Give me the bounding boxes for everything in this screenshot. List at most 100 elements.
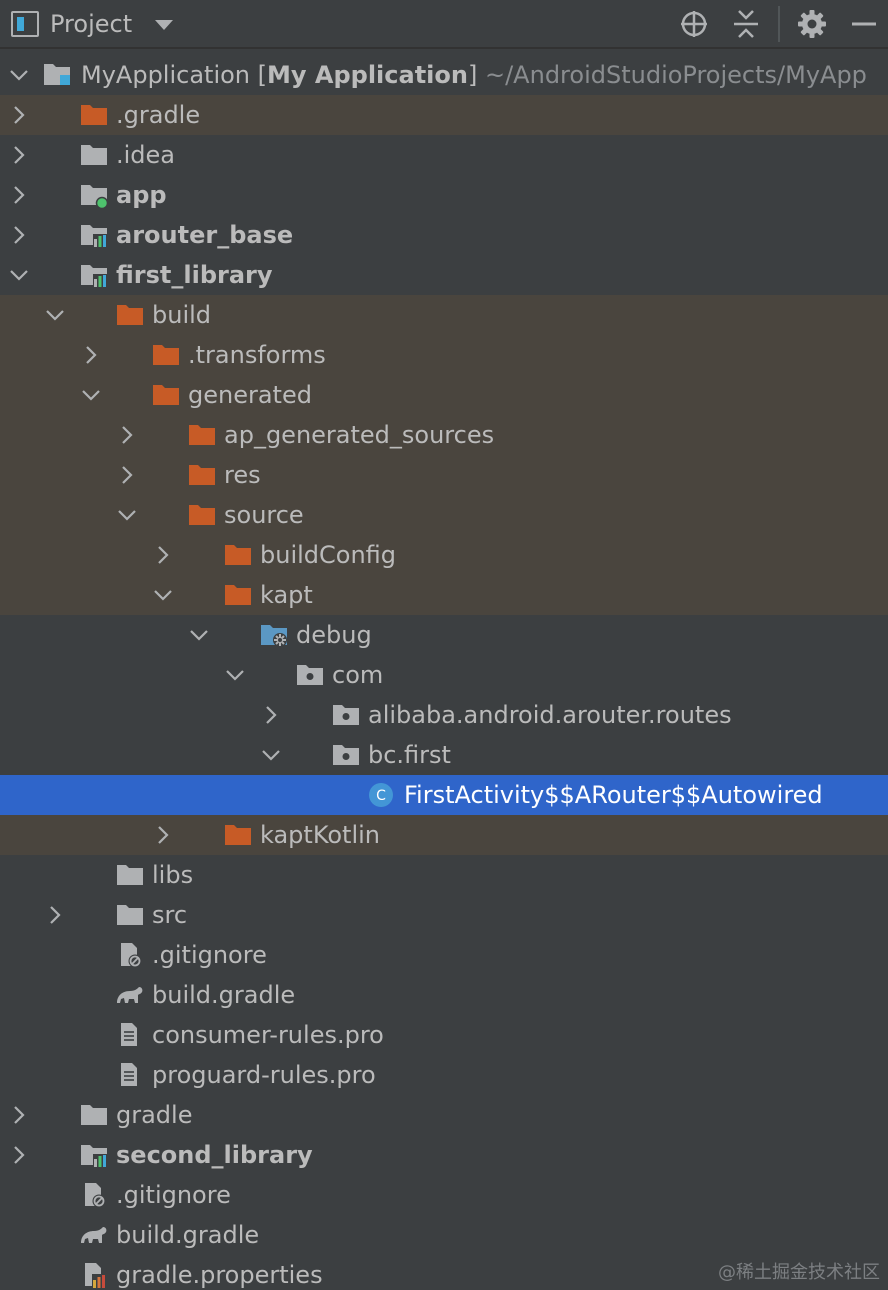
locate-icon[interactable] <box>678 8 710 40</box>
library-module-icon <box>79 221 109 249</box>
tree-row-root[interactable]: MyApplication [My Application] ~/Android… <box>0 55 888 95</box>
view-selector-title[interactable]: Project <box>50 8 132 40</box>
chevron-down-icon[interactable] <box>7 63 31 87</box>
tree-label: second_library <box>116 1141 313 1169</box>
tree-row-bc-first[interactable]: bc.first <box>0 735 888 775</box>
chevron-right-icon[interactable] <box>115 423 139 447</box>
tree-row-libs[interactable]: libs <box>0 855 888 895</box>
folder-excluded-icon <box>115 301 145 329</box>
class-icon: C <box>367 781 397 809</box>
tree-row-alibaba-android-arouter-routes[interactable]: alibaba.android.arouter.routes <box>0 695 888 735</box>
tree-label: gradle.properties <box>116 1261 323 1289</box>
tree-row-idea[interactable]: .idea <box>0 135 888 175</box>
chevron-down-icon[interactable] <box>79 383 103 407</box>
folder-excluded-icon <box>223 541 253 569</box>
chevron-down-icon[interactable] <box>187 623 211 647</box>
tree-row-build[interactable]: build <box>0 295 888 335</box>
chevron-right-icon[interactable] <box>7 1103 31 1127</box>
tree-row-buildconfig[interactable]: buildConfig <box>0 535 888 575</box>
tree-row-app[interactable]: app <box>0 175 888 215</box>
tree-label: .gitignore <box>116 1181 231 1209</box>
tree-row-com[interactable]: com <box>0 655 888 695</box>
collapse-all-icon[interactable] <box>730 8 762 40</box>
library-module-icon <box>79 1141 109 1169</box>
tree-row-build-gradle[interactable]: build.gradle <box>0 1215 888 1255</box>
tree-label: debug <box>296 621 372 649</box>
tree-label: build.gradle <box>152 981 296 1009</box>
tree-row-ap-generated-sources[interactable]: ap_generated_sources <box>0 415 888 455</box>
tree-row-proguard-rules-pro[interactable]: proguard-rules.pro <box>0 1055 888 1095</box>
svg-text:C: C <box>376 788 386 804</box>
chevron-down-icon[interactable] <box>259 743 283 767</box>
tree-label: FirstActivity$$ARouter$$Autowired <box>404 781 823 809</box>
tree-row-generated[interactable]: generated <box>0 375 888 415</box>
ignored-file-icon <box>115 941 145 969</box>
tree-row-arouter-base[interactable]: arouter_base <box>0 215 888 255</box>
chevron-down-icon[interactable] <box>151 583 175 607</box>
tree-label: alibaba.android.arouter.routes <box>368 701 732 729</box>
tree-row-debug[interactable]: debug <box>0 615 888 655</box>
gradle-icon <box>115 981 145 1009</box>
chevron-right-icon[interactable] <box>7 103 31 127</box>
chevron-down-icon[interactable] <box>155 20 173 30</box>
folder-excluded-icon <box>223 821 253 849</box>
chevron-down-icon[interactable] <box>223 663 247 687</box>
root-path: ~/AndroidStudioProjects/MyApp <box>477 61 867 89</box>
tree-label: src <box>152 901 188 929</box>
tree-row-transforms[interactable]: .transforms <box>0 335 888 375</box>
package-icon <box>295 661 325 689</box>
folder-excluded-icon <box>223 581 253 609</box>
chevron-right-icon[interactable] <box>7 183 31 207</box>
minimize-icon[interactable] <box>848 8 880 40</box>
tree-label: ap_generated_sources <box>224 421 495 449</box>
chevron-right-icon[interactable] <box>151 823 175 847</box>
tree-row-kaptkotlin[interactable]: kaptKotlin <box>0 815 888 855</box>
tree-row-source[interactable]: source <box>0 495 888 535</box>
tree-row-firstactivity-arouter-autowired[interactable]: C FirstActivity$$ARouter$$Autowired <box>0 775 888 815</box>
chevron-down-icon[interactable] <box>115 503 139 527</box>
tree-row-gitignore[interactable]: .gitignore <box>0 1175 888 1215</box>
gear-icon[interactable] <box>796 8 828 40</box>
tree-label: kapt <box>260 581 313 609</box>
chevron-down-icon[interactable] <box>43 303 67 327</box>
tree-label: libs <box>152 861 194 889</box>
package-icon <box>331 701 361 729</box>
chevron-right-icon[interactable] <box>79 343 103 367</box>
chevron-right-icon[interactable] <box>115 463 139 487</box>
chevron-right-icon[interactable] <box>43 903 67 927</box>
tool-window-header: Project <box>0 0 888 49</box>
tree-label: .transforms <box>188 341 326 369</box>
chevron-right-icon[interactable] <box>7 1143 31 1167</box>
folder-excluded-icon <box>79 101 109 129</box>
tree-label: .gitignore <box>152 941 267 969</box>
tree-row-consumer-rules-pro[interactable]: consumer-rules.pro <box>0 1015 888 1055</box>
tree-label: bc.first <box>368 741 451 769</box>
tree-row-src[interactable]: src <box>0 895 888 935</box>
tree-row-res[interactable]: res <box>0 455 888 495</box>
properties-file-icon <box>79 1261 109 1289</box>
tree-label: .gradle <box>116 101 201 129</box>
root-module-name: My Application <box>267 61 468 89</box>
tree-row-gradle[interactable]: gradle <box>0 1095 888 1135</box>
tree-label: first_library <box>116 261 273 289</box>
project-root-icon <box>43 61 73 89</box>
folder-excluded-icon <box>151 341 181 369</box>
tree-row-first-library[interactable]: first_library <box>0 255 888 295</box>
tree-row-gradle[interactable]: .gradle <box>0 95 888 135</box>
generated-source-folder-icon <box>259 621 289 649</box>
chevron-right-icon[interactable] <box>7 143 31 167</box>
tree-row-build-gradle[interactable]: build.gradle <box>0 975 888 1015</box>
chevron-right-icon[interactable] <box>151 543 175 567</box>
folder-icon <box>79 1101 109 1129</box>
library-module-icon <box>79 261 109 289</box>
chevron-right-icon[interactable] <box>259 703 283 727</box>
tree-label: res <box>224 461 261 489</box>
tree-label: gradle <box>116 1101 193 1129</box>
tree-label: generated <box>188 381 312 409</box>
chevron-right-icon[interactable] <box>7 223 31 247</box>
tree-row-kapt[interactable]: kapt <box>0 575 888 615</box>
tree-row-gitignore[interactable]: .gitignore <box>0 935 888 975</box>
tree-label: build <box>152 301 212 329</box>
tree-row-second-library[interactable]: second_library <box>0 1135 888 1175</box>
chevron-down-icon[interactable] <box>7 263 31 287</box>
